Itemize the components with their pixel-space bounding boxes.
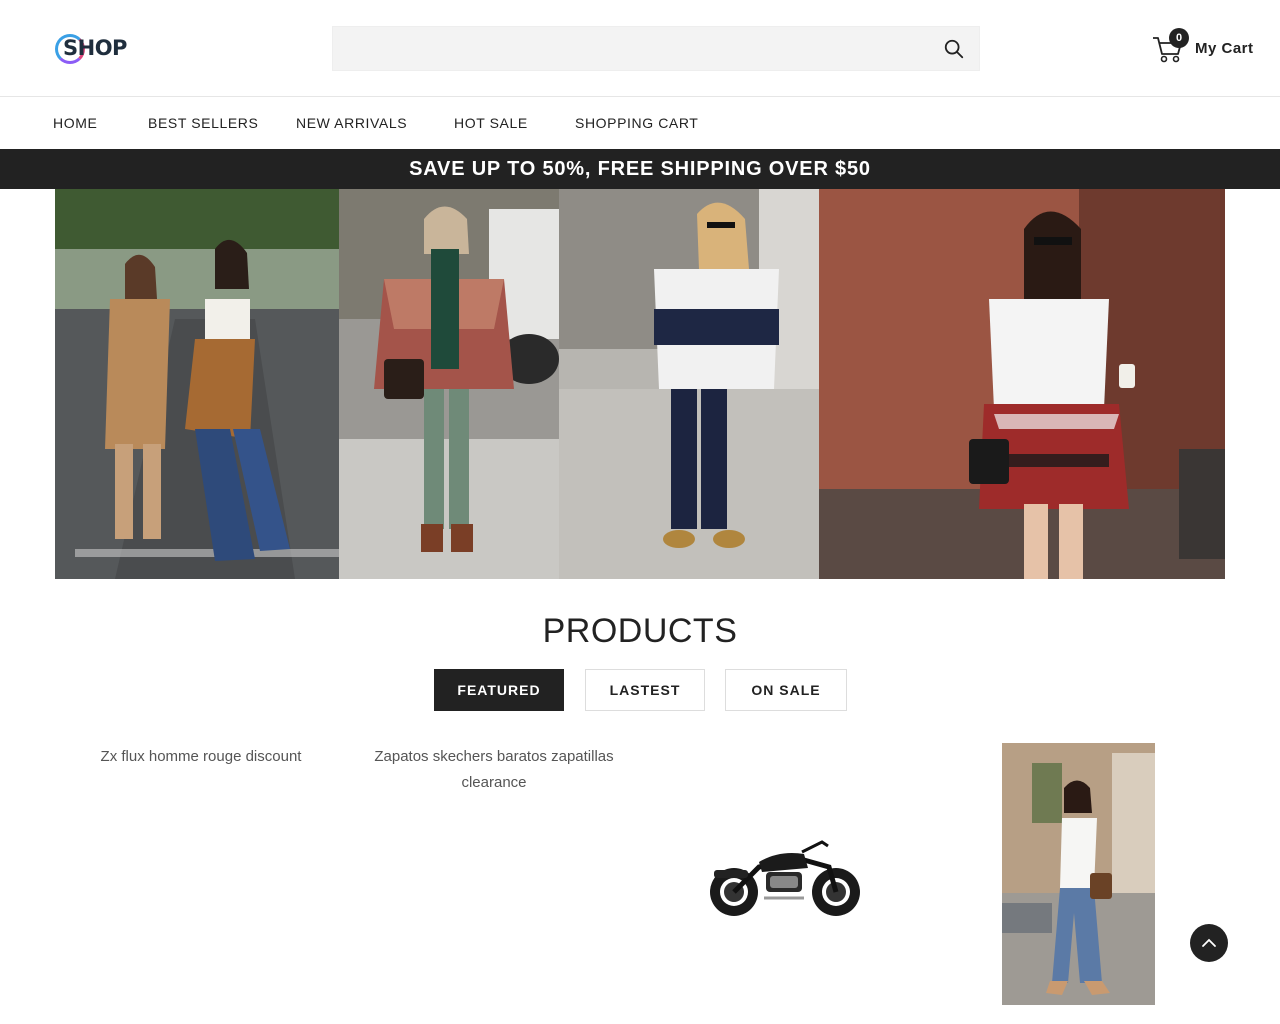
search-bar xyxy=(332,26,980,71)
cart-count-badge: 0 xyxy=(1169,28,1189,48)
search-input[interactable] xyxy=(333,27,923,70)
product-name[interactable]: Zx flux homme rouge discount xyxy=(85,744,317,770)
cart-button[interactable]: 0 My Cart xyxy=(1150,28,1260,68)
tab-lastest[interactable]: LASTEST xyxy=(585,669,705,711)
product-name[interactable]: Zapatos skechers baratos zapatillas clea… xyxy=(368,744,620,796)
tab-featured[interactable]: FEATURED xyxy=(434,669,564,711)
product-image-motorcycle[interactable] xyxy=(704,832,864,920)
nav-item-hot-sale[interactable]: HOT SALE xyxy=(454,115,528,131)
search-icon[interactable] xyxy=(943,38,965,60)
chevron-up-icon xyxy=(1202,938,1216,947)
site-header: SHOP 0 My Cart xyxy=(0,0,1280,97)
products-heading: PRODUCTS xyxy=(542,612,738,650)
hero-photo-plaid-poncho xyxy=(339,189,559,579)
nav-item-shopping-cart[interactable]: SHOPPING CART xyxy=(575,115,698,131)
logo-text: SHOP xyxy=(63,36,127,60)
product-image-woman-jeans[interactable] xyxy=(1002,743,1155,1005)
tab-on-sale[interactable]: ON SALE xyxy=(725,669,847,711)
nav-item-home[interactable]: HOME xyxy=(53,115,97,131)
hero-photo-street-two-women xyxy=(55,189,339,579)
scroll-to-top-button[interactable] xyxy=(1190,924,1228,962)
shop-logo[interactable]: SHOP xyxy=(55,30,135,66)
nav-item-new-arrivals[interactable]: NEW ARRIVALS xyxy=(296,115,407,131)
hero-photo-striped-tee xyxy=(559,189,819,579)
main-nav: HOME BEST SELLERS NEW ARRIVALS HOT SALE … xyxy=(0,97,1280,149)
cart-label: My Cart xyxy=(1195,40,1254,57)
hero-banner[interactable] xyxy=(55,189,1225,579)
hero-photo-plaid-waist xyxy=(819,189,1225,579)
nav-item-best-sellers[interactable]: BEST SELLERS xyxy=(148,115,258,131)
promo-banner: SAVE UP TO 50%, FREE SHIPPING OVER $50 xyxy=(0,149,1280,189)
